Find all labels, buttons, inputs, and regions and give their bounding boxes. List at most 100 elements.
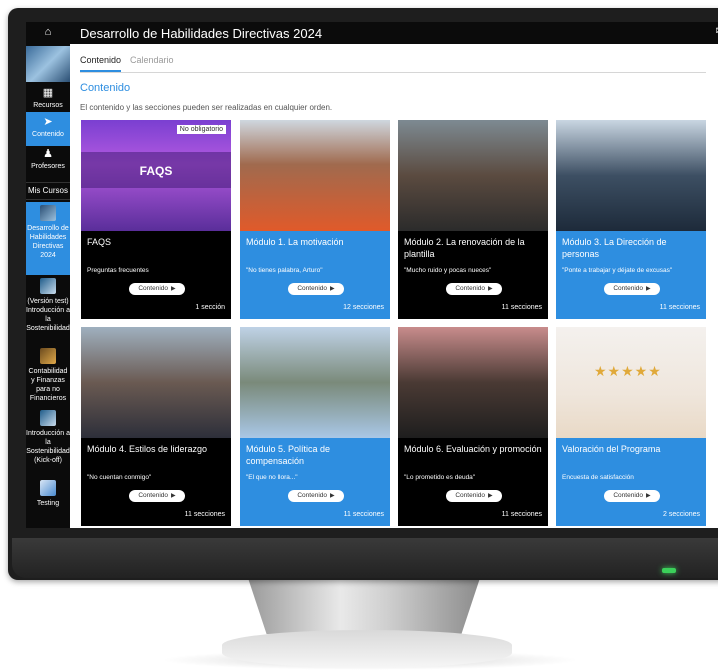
module-card-section-count: 11 secciones [343,511,384,518]
play-icon: ▶ [488,493,493,499]
contenido-button-label: Contenido [138,492,168,499]
course-thumbnail-icon [40,205,56,221]
module-card-description: "Mucho ruido y pocas nueces" [404,267,492,274]
module-card[interactable]: ★★★★★ Valoración del Programa Encuesta de … [556,327,706,526]
section-subtitle: El contenido y las secciones pueden ser … [80,103,333,112]
navigation-arrow-icon: ➤ [43,116,53,128]
sidebar-course-label: Desarrollo de Habilidades Directivas 202… [27,225,69,259]
monitor-stand-neck [248,578,480,634]
play-icon: ▶ [646,493,651,499]
play-icon: ▶ [330,493,335,499]
module-card-panel: Módulo 4. Estilos de liderazgo "No cuenta… [81,438,231,526]
tab-contenido[interactable]: Contenido [80,55,122,72]
sidebar-course-2[interactable]: (Versión test) Introducción a la Sosteni… [26,278,70,344]
play-icon: ▶ [646,286,651,292]
sidebar: ⌂ ▦ Recursos ➤ Contenido ♟ Profesores Mi… [26,22,70,528]
contenido-button-label: Contenido [613,285,643,292]
contenido-button-label: Contenido [455,285,485,292]
top-bar: Desarrollo de Habilidades Directivas 202… [70,22,718,44]
person-icon: ♟ [43,148,53,160]
contenido-button-label: Contenido [613,492,643,499]
course-thumbnail [26,46,70,82]
sidebar-item-profesores[interactable]: ♟ Profesores [26,146,70,176]
module-card-title: Módulo 2. La renovación de la plantilla [404,237,525,259]
module-card-description: Encuesta de satisfacción [562,474,634,481]
module-card-section-count: 1 sección [195,304,225,311]
contenido-button-label: Contenido [138,285,168,292]
module-card-title: Módulo 4. Estilos de liderazgo [87,444,208,454]
module-card-section-count: 11 secciones [659,304,700,311]
sidebar-course-5[interactable]: Testing [26,480,70,510]
sidebar-course-1[interactable]: Desarrollo de Habilidades Directivas 202… [26,202,70,275]
module-card-panel: Módulo 6. Evaluación y promoción "Lo prom… [398,438,548,526]
sidebar-item-contenido[interactable]: ➤ Contenido [26,112,70,146]
module-card-panel: FAQS Preguntas frecuentes Contenido ▶ 1 secc… [81,231,231,319]
contenido-button[interactable]: Contenido ▶ [446,490,502,502]
resources-icon: ▦ [42,87,54,99]
contenido-button[interactable]: Contenido ▶ [288,283,344,295]
module-card[interactable]: Módulo 6. Evaluación y promoción "Lo prom… [398,327,548,526]
module-card-description: "Lo prometido es deuda" [404,474,476,481]
module-card[interactable]: Módulo 1. La motivación "No tienes palabr… [240,120,390,319]
module-card-image [556,120,706,231]
module-card[interactable]: Módulo 5. Política de compensación "El qu… [240,327,390,526]
module-card-description: Preguntas frecuentes [87,267,149,274]
contenido-button[interactable]: Contenido ▶ [129,490,185,502]
sidebar-course-label: Contabilidad y Finanzas para no Financie… [28,368,68,402]
module-card-panel: Módulo 1. La motivación "No tienes palabr… [240,231,390,319]
optional-badge: No obligatorio [176,125,226,134]
app-screen: ⌂ ▦ Recursos ➤ Contenido ♟ Profesores Mi… [26,22,718,528]
contenido-button[interactable]: Contenido ▶ [604,490,660,502]
contenido-button[interactable]: Contenido ▶ [129,283,185,295]
module-card-description: "El que no llora..." [246,474,298,481]
module-card[interactable]: Módulo 2. La renovación de la plantilla "… [398,120,548,319]
rating-stars-icon: ★★★★★ [594,363,662,379]
contenido-button-label: Contenido [455,492,485,499]
module-card-description: "Ponte a trabajar y déjate de excusas" [562,267,673,274]
module-card-image: FAQS No obligatorio [81,120,231,231]
sidebar-item-label: Recursos [33,102,63,109]
home-icon[interactable]: ⌂ [26,26,70,40]
module-card-image [240,327,390,438]
mis-cursos-header: Mis Cursos [26,182,70,200]
sidebar-item-recursos[interactable]: ▦ Recursos [26,82,70,115]
monitor-stand-base [222,630,512,668]
module-card[interactable]: FAQS No obligatorio FAQS Preguntas frecuent… [81,120,231,319]
module-card-section-count: 2 secciones [663,511,700,518]
module-card-title: Módulo 6. Evaluación y promoción [404,444,542,454]
play-icon: ▶ [171,493,176,499]
tab-calendario[interactable]: Calendario [130,55,174,65]
module-card-title: Valoración del Programa [562,444,661,454]
module-card[interactable]: Módulo 4. Estilos de liderazgo "No cuenta… [81,327,231,526]
module-card-section-count: 12 secciones [343,304,384,311]
contenido-button[interactable]: Contenido ▶ [288,490,344,502]
module-card-panel: Módulo 5. Política de compensación "El qu… [240,438,390,526]
module-card-section-count: 11 secciones [501,304,542,311]
module-card[interactable]: Módulo 3. La Dirección de personas "Ponte… [556,120,706,319]
course-thumbnail-icon [40,410,56,426]
sidebar-course-label: Testing [36,500,60,507]
contenido-button[interactable]: Contenido ▶ [604,283,660,295]
page-title: Desarrollo de Habilidades Directivas 202… [80,26,323,41]
play-icon: ▶ [330,286,335,292]
module-card-title: Módulo 1. La motivación [246,237,344,247]
module-card-image [81,327,231,438]
faqs-image-text: FAQS [139,164,173,178]
module-card-title: Módulo 5. Política de compensación [246,444,331,466]
sidebar-item-label: Profesores [31,163,65,170]
module-card-description: "No tienes palabra, Arturo" [246,267,323,274]
module-card-title: Módulo 3. La Dirección de personas [562,237,667,259]
contenido-button[interactable]: Contenido ▶ [446,283,502,295]
sidebar-course-3[interactable]: Contabilidad y Finanzas para no Financie… [26,348,70,410]
course-thumbnail-icon [40,480,56,496]
sidebar-course-4[interactable]: Introducción a la Sostenibilidad (Kick-o… [26,410,70,474]
play-icon: ▶ [488,286,493,292]
module-card-panel: Módulo 3. La Dirección de personas "Ponte… [556,231,706,319]
sidebar-course-label: Introducción a la Sostenibilidad (Kick-o… [26,430,70,464]
power-led [662,568,676,573]
module-card-section-count: 11 secciones [184,511,225,518]
course-thumbnail-icon [40,348,56,364]
module-card-description: "No cuentan conmigo" [87,474,152,481]
mis-cursos-label: Mis Cursos [27,186,68,195]
contenido-button-label: Contenido [297,492,327,499]
